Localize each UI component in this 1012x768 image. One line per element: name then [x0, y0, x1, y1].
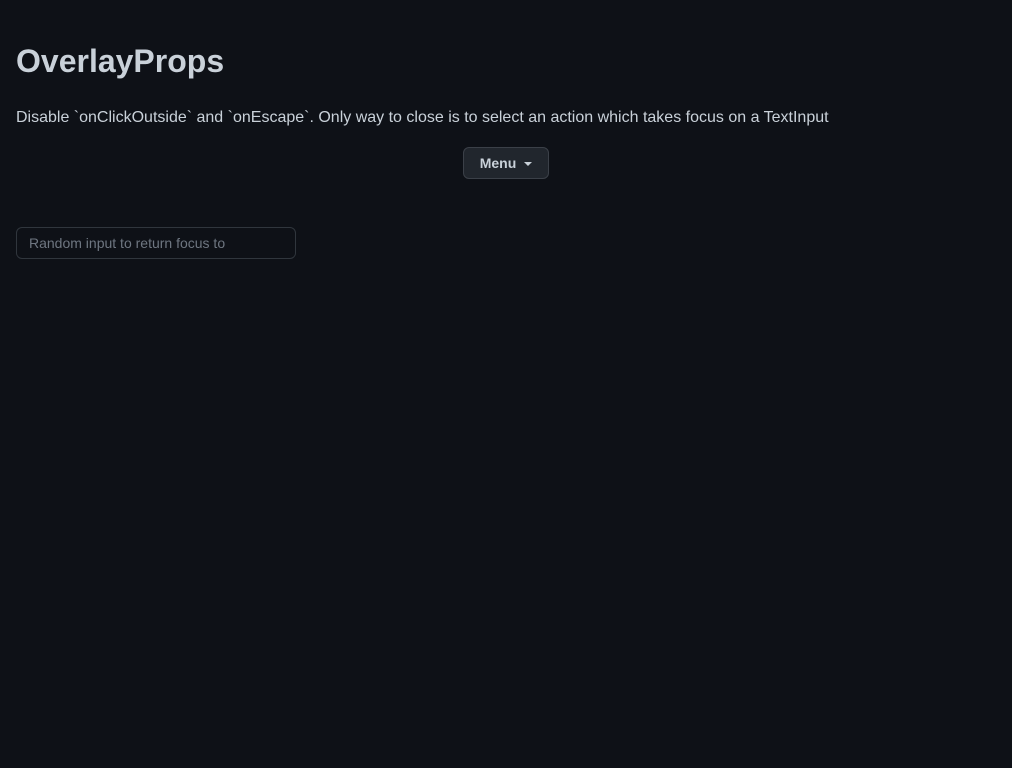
triangle-down-icon: [524, 161, 533, 166]
page-title: OverlayProps: [16, 43, 225, 79]
page-description: Disable `onClickOutside` and `onEscape`.…: [16, 109, 829, 126]
menu-button[interactable]: Menu: [463, 147, 549, 179]
menu-button-label: Menu: [479, 155, 517, 171]
return-focus-input[interactable]: [16, 227, 296, 259]
